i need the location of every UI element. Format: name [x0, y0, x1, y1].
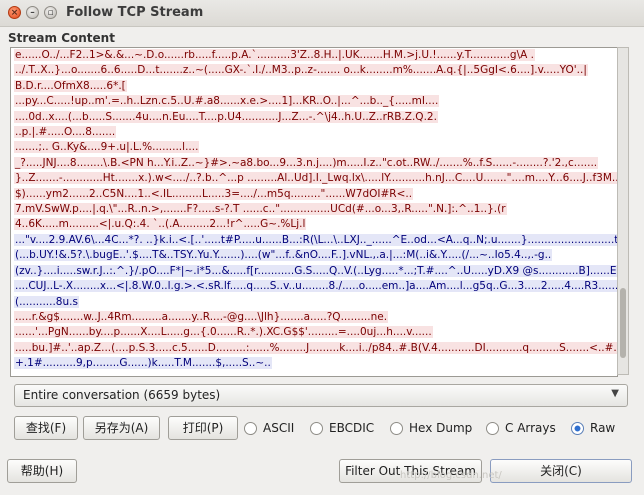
radio-ascii[interactable]: ASCII: [244, 421, 294, 437]
radio-indicator: [244, 422, 257, 435]
close-button[interactable]: 关闭(C): [490, 459, 632, 483]
stream-line: _?.....JNJ....8........\.B.<PN h...Y.i..…: [11, 156, 617, 171]
stream-line-text: (...b.UY.!&.5?.\.bugE..'.$....T&..TSY..Y…: [14, 249, 553, 262]
title-bar: × – ▫ Follow TCP Stream: [0, 0, 644, 27]
stream-line: ..."v....2.9.AV.6\...4C...*?. ..}k.i..<.…: [11, 233, 617, 248]
stream-line: .......;.. G..Ky&....9+.u|.L.%.........l…: [11, 140, 617, 155]
dropdown-arrow-icon: ▼: [611, 388, 619, 399]
radio-raw[interactable]: Raw: [571, 421, 615, 437]
radio-c-arrays[interactable]: C Arrays: [486, 421, 556, 437]
close-window-icon[interactable]: ×: [8, 6, 21, 19]
stream-line-text: (zv..}....i.....sw.r.J..:.^.}/.pO....F*|…: [14, 264, 617, 277]
stream-line: ..p.|.#.....O....8.......: [11, 125, 617, 140]
stream-line: +.1#..........9,p........G......)k.....T…: [11, 356, 617, 371]
stream-line: (...b.UY.!&.5?.\.bugE..'.$....T&..TSY..Y…: [11, 248, 617, 263]
radio-label: EBCDIC: [329, 421, 375, 435]
stream-line-text: e......O../...F2..1>&.&...~.D.o......rb.…: [14, 49, 535, 61]
stream-line-text: 4..6K.....m.........<|.u.Q:.4. `..(.A...…: [14, 218, 307, 231]
radio-ebcdic[interactable]: EBCDIC: [310, 421, 374, 437]
minimize-window-icon[interactable]: –: [26, 6, 39, 19]
stream-line-text: ...py...C.....!up..m'.=..h..Lzn.c.5..U.#…: [14, 95, 440, 108]
stream-line-text: _?.....JNJ....8........\.B.<PN h...Y.i..…: [14, 156, 599, 169]
stream-line-text: ..."v....2.9.AV.6\...4C...*?. ..}k.i..<.…: [14, 233, 617, 246]
stream-line: ....0d..x....(...b.....S.......4u....n.E…: [11, 110, 617, 125]
save-as-button[interactable]: 另存为(A): [83, 416, 160, 440]
watermark-text: http://blog.csdn.net/: [400, 470, 502, 481]
stream-line-text: ....CUJ..L-.X........x...<|.8.W.0..l.g.>…: [14, 280, 617, 293]
stream-line-text: }..Z.......-............Ht.......x.).w<.…: [14, 172, 617, 185]
stream-line-text: $)......ym2......2..C5N....1..<.IL......…: [14, 187, 414, 200]
stream-line-text: +.1#..........9,p........G......)k.....T…: [14, 357, 272, 370]
find-button[interactable]: 查找(F): [14, 416, 78, 440]
stream-line: $)......ym2......2..C5N....1..<.IL......…: [11, 187, 617, 202]
radio-indicator: [390, 422, 403, 435]
stream-line: ../.T..X..}...o.......6..6.....D...t....…: [11, 63, 617, 78]
radio-label: ASCII: [263, 421, 295, 435]
stream-line: (...........8u.s: [11, 295, 617, 310]
stream-line-text: ....0d..x....(...b.....S.......4u....n.E…: [14, 110, 438, 123]
stream-line: e......O../...F2..1>&.&...~.D.o......rb.…: [11, 48, 617, 63]
stream-line: B.D.r....OfmX8.....6*.[: [11, 79, 617, 94]
stream-line: .....bu.]#..'..ap.Z...(....p.S.3.....c.5…: [11, 341, 617, 356]
stream-line-text: .....bu.]#..'..ap.Z...(....p.S.3.....c.5…: [14, 341, 617, 354]
stream-line-text: ..p.|.#.....O....8.......: [14, 126, 117, 139]
stream-line: ....CUJ..L-.X........x...<|.8.W.0..l.g.>…: [11, 279, 617, 294]
radio-indicator: [486, 422, 499, 435]
stream-line-text: B.D.r....OfmX8.....6*.[: [14, 79, 127, 92]
stream-line-text: 7.mV.SwW.p....|.q.\"...R..n.>,.......F?.…: [14, 203, 507, 216]
conversation-select[interactable]: Entire conversation (6659 bytes) ▼: [14, 384, 628, 407]
radio-label: Raw: [590, 421, 616, 435]
maximize-window-icon[interactable]: ▫: [44, 6, 57, 19]
stream-line: .....r.&g$.......w..J..4Rm.........a....…: [11, 310, 617, 325]
radio-hex-dump[interactable]: Hex Dump: [390, 421, 472, 437]
help-button[interactable]: 帮助(H): [7, 459, 77, 483]
stream-line: ...py...C.....!up..m'.=..h..Lzn.c.5..U.#…: [11, 94, 617, 109]
print-button[interactable]: 打印(P): [168, 416, 238, 440]
radio-label: Hex Dump: [409, 421, 473, 435]
radio-indicator: [571, 422, 584, 435]
radio-label: C Arrays: [505, 421, 556, 435]
stream-line-text: .......;.. G..Ky&....9+.u|.L.%.........l…: [14, 141, 200, 154]
stream-scrollbar[interactable]: [617, 47, 629, 375]
conversation-select-value: Entire conversation (6659 bytes): [23, 388, 221, 402]
stream-content-textview[interactable]: e......O../...F2..1>&.&...~.D.o......rb.…: [10, 47, 618, 377]
stream-line: ......'...PgN......by....p......X....L..…: [11, 325, 617, 340]
stream-line-text: ......'...PgN......by....p......X....L..…: [14, 326, 433, 339]
window-title: Follow TCP Stream: [66, 5, 204, 20]
radio-indicator: [310, 422, 323, 435]
stream-line-text: (...........8u.s: [14, 295, 79, 308]
stream-content-label: Stream Content: [8, 31, 115, 45]
stream-line-text: ../.T..X..}...o.......6..6.....D...t....…: [14, 64, 588, 77]
scrollbar-thumb[interactable]: [620, 288, 626, 358]
stream-line: 7.mV.SwW.p....|.q.\"...R..n.>,.......F?.…: [11, 202, 617, 217]
stream-line: 4..6K.....m.........<|.u.Q:.4. `..(.A...…: [11, 217, 617, 232]
stream-line: (zv..}....i.....sw.r.J..:.^.}/.pO....F*|…: [11, 264, 617, 279]
stream-line-text: .....r.&g$.......w..J..4Rm.........a....…: [14, 310, 389, 323]
stream-line: }..Z.......-............Ht.......x.).w<.…: [11, 171, 617, 186]
